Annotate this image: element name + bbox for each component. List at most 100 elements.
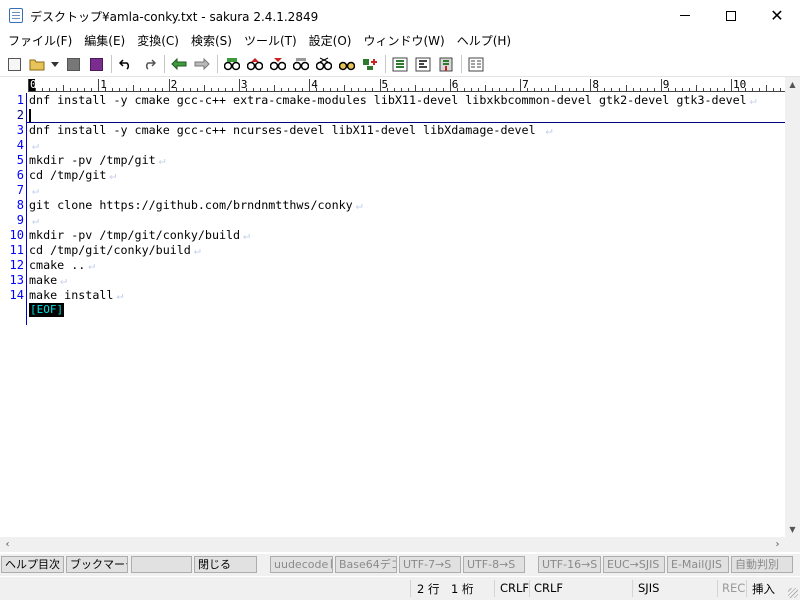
ruler-minor-tick [674,88,676,91]
line-number-gutter[interactable]: 1 2 3 4 5 6 7 8 9 10 11 12 13 14 [0,93,27,533]
line-number[interactable]: 13 [0,273,24,288]
fkey-bookmark[interactable]: ブックマーク [66,556,128,573]
menu-search[interactable]: 検索(S) [185,31,238,51]
eol-mark-icon: ↵ [193,243,201,257]
column-ruler[interactable]: 0 1 2 3 4 5 6 7 8 9 10 [28,79,785,92]
fkey-utf7-to-sjis[interactable]: UTF-7→S [399,556,461,573]
new-file-icon[interactable] [4,54,24,74]
line-number[interactable]: 14 [0,288,24,303]
compare-icon[interactable] [413,54,433,74]
menu-tools[interactable]: ツール(T) [238,31,303,51]
line-number[interactable]: 5 [0,153,24,168]
line-number[interactable]: 2 [0,108,24,123]
line-number[interactable]: 12 [0,258,24,273]
code-line: make ↵ [29,273,67,288]
line-number[interactable]: 10 [0,228,24,243]
line-number[interactable]: 3 [0,123,24,138]
ruler-minor-tick [119,88,121,91]
ruler-minor-tick [393,88,395,91]
code-line: make install ↵ [29,288,124,303]
menu-window[interactable]: ウィンドウ(W) [357,31,450,51]
fkey-help-contents[interactable]: ヘルプ目次 [1,556,64,573]
ruler-minor-tick [259,88,261,91]
scroll-left-icon[interactable]: ‹ [0,537,15,552]
status-separator [717,580,718,597]
status-rec: REC [722,581,746,595]
menu-edit[interactable]: 編集(E) [78,31,131,51]
horizontal-scrollbar[interactable]: ‹ › [0,537,785,552]
dropdown-arrow-icon[interactable] [50,54,60,74]
search-prev-icon[interactable] [245,54,265,74]
search-highlight-icon[interactable] [314,54,334,74]
maximize-button[interactable] [708,0,754,31]
fkey-email-jis[interactable]: E-Mail(JIS [667,556,729,573]
fkey-close[interactable]: 閉じる [194,556,257,573]
menu-file[interactable]: ファイル(F) [2,31,78,51]
line-number[interactable]: 4 [0,138,24,153]
line-number[interactable]: 6 [0,168,24,183]
close-button[interactable]: ✕ [754,0,800,31]
outline-icon[interactable] [390,54,410,74]
jump-back-icon[interactable] [169,54,189,74]
ruler-minor-tick [210,88,212,91]
ruler-minor-tick [759,88,761,91]
fkey-utf8-to-sjis[interactable]: UTF-8→S [463,556,525,573]
line-number[interactable]: 9 [0,213,24,228]
minimize-button[interactable] [662,0,708,31]
ruler-minor-tick [681,88,683,91]
code-line: dnf install -y cmake gcc-c++ extra-cmake… [29,93,757,108]
line-number[interactable]: 7 [0,183,24,198]
ruler-label: 2 [168,78,178,91]
save-icon[interactable] [63,54,83,74]
menu-convert[interactable]: 変換(C) [131,31,185,51]
scroll-down-icon[interactable]: ▼ [785,522,800,537]
jump-forward-icon[interactable] [192,54,212,74]
ruler-minor-tick [274,85,276,91]
status-insert-mode[interactable]: 挿入 [752,581,775,597]
fkey-euc-to-sjis[interactable]: EUC→SJIS [603,556,665,573]
code-line: cd /tmp/git/conky/build ↵ [29,243,201,258]
save-all-icon[interactable] [86,54,106,74]
search-next-icon[interactable] [268,54,288,74]
ruler-minor-tick [576,88,578,91]
menu-settings[interactable]: 設定(O) [303,31,358,51]
ruler-label: 0 [28,78,37,91]
ruler-minor-tick [196,88,198,91]
line-number[interactable]: 1 [0,93,24,108]
grep-icon[interactable] [337,54,357,74]
redo-icon[interactable] [139,54,159,74]
search-icon[interactable] [222,54,242,74]
code-line-text: git clone https://github.com/brndnmtthws… [29,198,353,212]
line-number[interactable]: 11 [0,243,24,258]
eol-mark-icon: ↵ [749,93,757,107]
fkey-empty[interactable] [131,556,192,573]
resize-grip-icon[interactable] [788,588,798,598]
scroll-right-icon[interactable]: › [770,537,785,552]
ruler-label: 1 [98,78,107,91]
fkey-base64-decode[interactable]: Base64デコ [335,556,397,573]
tag-jump-icon[interactable] [360,54,380,74]
editor[interactable]: 0 1 2 3 4 5 6 7 8 9 10 1 2 3 4 5 6 7 8 9 10 11 12 13 14 dnf ins… [0,77,785,537]
line-number[interactable]: 8 [0,198,24,213]
menu-help[interactable]: ヘルプ(H) [451,31,517,51]
fkey-uudecode[interactable]: uudecodeし [270,556,333,573]
ruler-minor-tick [147,88,149,91]
status-encoding[interactable]: SJIS [638,581,659,595]
ruler-minor-tick [442,88,444,91]
replace-icon[interactable] [291,54,311,74]
vertical-scrollbar[interactable]: ▲ ▼ [785,77,800,537]
fkey-auto-detect[interactable]: 自動判別 [731,556,793,573]
code-line: cd /tmp/git ↵ [29,168,116,183]
status-eol-code[interactable]: CRLF [500,581,529,595]
scroll-up-icon[interactable]: ▲ [785,77,800,92]
fkey-utf16-to-sjis[interactable]: UTF-16→S [538,556,601,573]
settings-icon[interactable] [436,54,456,74]
open-folder-icon[interactable] [27,54,47,74]
print-preview-icon[interactable] [466,54,486,74]
status-eol-input[interactable]: CRLF [534,581,563,595]
ruler-minor-tick [534,88,536,91]
window-title: デスクトップ¥amla-conky.txt - sakura 2.4.1.284… [30,10,319,24]
undo-icon[interactable] [116,54,136,74]
ruler-minor-tick [330,88,332,91]
text-area[interactable]: dnf install -y cmake gcc-c++ extra-cmake… [27,93,785,533]
